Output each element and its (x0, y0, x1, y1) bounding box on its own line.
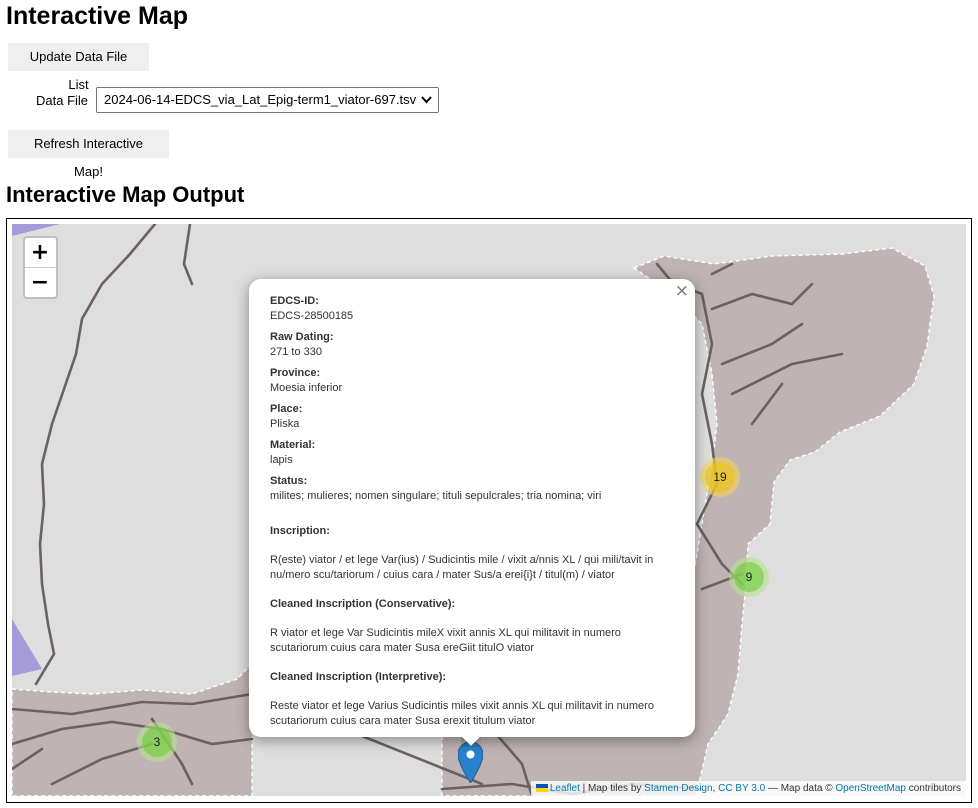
inscription-value: R(este) viator / et lege Var(ius) / Sudi… (270, 554, 654, 581)
inscription-popup: × EDCS-ID: EDCS-28500185 Raw Dating: 271… (249, 279, 695, 737)
update-data-file-list-button[interactable]: Update Data File List (8, 43, 149, 92)
edcs-id-value: EDCS-28500185 (270, 310, 354, 322)
page-title: Interactive Map (6, 2, 189, 30)
status-label: Status: (270, 475, 308, 487)
zoom-control: + − (23, 236, 58, 299)
edcs-id-label: EDCS-ID: (270, 295, 319, 307)
cluster-count: 9 (745, 570, 753, 584)
popup-close-button[interactable]: × (675, 283, 689, 300)
data-file-label: Data File (36, 93, 89, 108)
attribution-text: — Map data © (767, 783, 833, 794)
province-label: Province: (270, 367, 321, 379)
stamen-design-link[interactable]: Stamen Design (644, 783, 712, 794)
status-value: milites; mulieres; nomen singulare; titu… (270, 490, 602, 502)
popup-tip (461, 737, 481, 747)
attribution-text: | Map tiles by (582, 783, 642, 794)
data-file-select[interactable]: 2024-06-14-EDCS_via_Lat_Epig-term1_viato… (96, 87, 439, 113)
attribution-text: contributors (908, 783, 961, 794)
map-attribution: Leaflet | Map tiles by Stamen Design, CC… (530, 781, 966, 796)
inscription-label: Inscription: (270, 525, 330, 537)
region-shape (12, 224, 60, 236)
conservative-inscription-value: R viator et lege Var Sudicintis mileX vi… (270, 627, 621, 654)
cluster-marker-19[interactable]: 19 (700, 457, 740, 497)
cluster-marker-9[interactable]: 9 (729, 557, 769, 597)
attribution-separator: , (712, 783, 716, 794)
cluster-count: 19 (713, 470, 727, 484)
region-shape (12, 619, 42, 676)
data-file-selected-value: 2024-06-14-EDCS_via_Lat_Epig-term1_viato… (104, 92, 417, 107)
place-value: Pliska (270, 418, 300, 430)
leaflet-link[interactable]: Leaflet (550, 783, 580, 794)
cluster-count: 3 (153, 735, 161, 749)
cluster-marker-3[interactable]: 3 (137, 722, 177, 762)
cc-by-link[interactable]: CC BY 3.0 (718, 783, 765, 794)
zoom-in-button[interactable]: + (25, 238, 55, 267)
raw-dating-value: 271 to 330 (270, 346, 322, 358)
material-value: lapis (270, 454, 293, 466)
province-value: Moesia inferior (270, 382, 343, 394)
chevron-down-icon (421, 88, 432, 112)
map-canvas[interactable]: + − 19 9 3 × EDCS-ID: EDCS-28500185 Raw … (12, 224, 966, 796)
map-marker-pin-icon[interactable] (457, 741, 484, 788)
map-output-heading: Interactive Map Output (6, 182, 245, 207)
conservative-inscription-label: Cleaned Inscription (Conservative): (270, 598, 456, 610)
ukraine-flag-icon (535, 784, 548, 792)
interpretive-inscription-value: Reste viator et lege Varius Sudicintis m… (270, 700, 654, 727)
refresh-interactive-map-button[interactable]: Refresh Interactive Map! (8, 130, 169, 179)
zoom-out-button[interactable]: − (25, 267, 55, 297)
raw-dating-label: Raw Dating: (270, 331, 334, 343)
material-label: Material: (270, 439, 316, 451)
place-label: Place: (270, 403, 303, 415)
interpretive-inscription-label: Cleaned Inscription (Interpretive): (270, 671, 447, 683)
openstreetmap-link[interactable]: OpenStreetMap (835, 783, 906, 794)
